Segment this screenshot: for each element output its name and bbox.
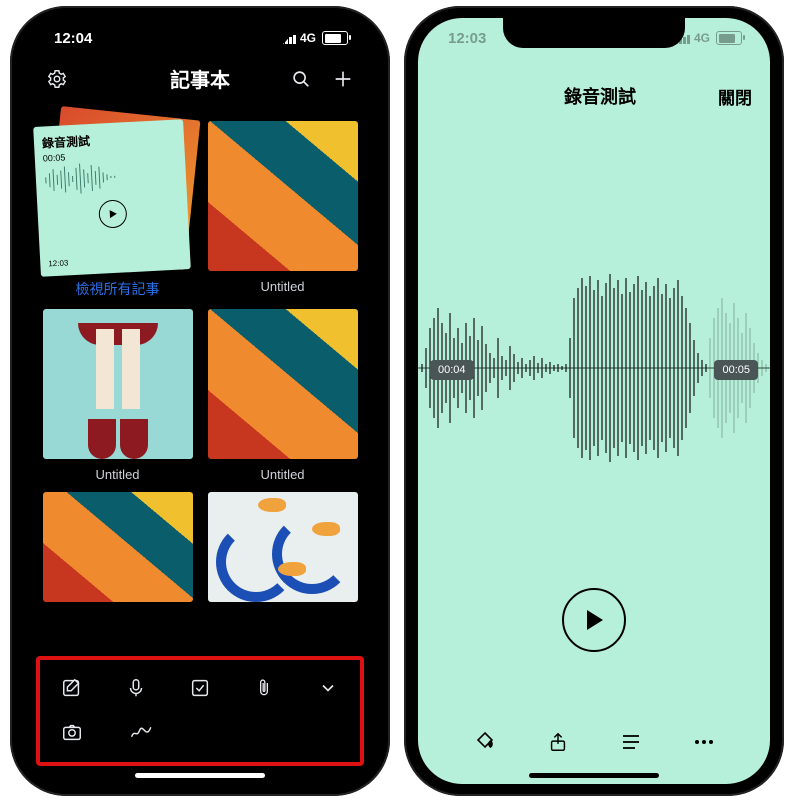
screen-notes: 12:04 4G 記事本 — [24, 18, 376, 784]
grid-cell[interactable]: Untitled — [207, 309, 358, 482]
note-thumb[interactable] — [208, 121, 358, 271]
mic-icon[interactable] — [124, 676, 148, 700]
chevron-down-icon[interactable] — [316, 676, 340, 700]
note-thumb[interactable] — [208, 492, 358, 602]
list-icon[interactable] — [617, 728, 645, 756]
grid-cell[interactable]: Untitled — [42, 309, 193, 482]
recorder-title: 錄音測試 — [482, 83, 718, 109]
notes-grid: 錄音測試 00:05 12:03 檢視所有記事 — [24, 103, 376, 671]
current-time-chip: 00:04 — [430, 360, 474, 380]
home-indicator[interactable] — [135, 773, 265, 778]
close-button[interactable]: 關閉 — [718, 84, 752, 109]
toolbar-highlight — [36, 656, 364, 766]
note-label: Untitled — [95, 467, 139, 482]
stack-thumb[interactable]: 錄音測試 00:05 12:03 — [43, 121, 193, 271]
waveform-mini-icon — [43, 157, 179, 198]
status-time: 12:04 — [54, 30, 92, 47]
fill-icon[interactable] — [471, 728, 499, 756]
grid-cell[interactable] — [207, 492, 358, 602]
note-thumb[interactable] — [43, 492, 193, 602]
phone-frame-right: 12:03 4G 錄音測試 關閉 00:0 — [404, 6, 784, 796]
note-label: Untitled — [260, 467, 304, 482]
grid-cell[interactable] — [42, 492, 193, 602]
view-all-link[interactable]: 檢視所有記事 — [76, 279, 160, 299]
total-time-chip: 00:05 — [714, 360, 758, 380]
notch — [109, 18, 291, 48]
nav-bar: 記事本 — [24, 58, 376, 103]
more-icon[interactable] — [690, 728, 718, 756]
note-label: Untitled — [260, 279, 304, 294]
attachment-icon[interactable] — [252, 676, 276, 700]
camera-icon[interactable] — [60, 720, 84, 744]
status-right: 4G — [675, 31, 742, 45]
status-time: 12:03 — [448, 30, 486, 47]
recorder-nav: 錄音測試 關閉 — [418, 58, 770, 118]
stack-timestamp: 12:03 — [48, 258, 68, 268]
share-icon[interactable] — [544, 728, 572, 756]
status-right: 4G — [281, 31, 348, 45]
home-indicator[interactable] — [529, 773, 659, 778]
note-thumb[interactable] — [43, 309, 193, 459]
add-icon[interactable] — [332, 68, 354, 90]
network-label: 4G — [300, 31, 316, 45]
play-mini-icon[interactable] — [98, 199, 127, 228]
sketch-icon[interactable] — [130, 720, 154, 744]
grid-stack-cell[interactable]: 錄音測試 00:05 12:03 檢視所有記事 — [42, 121, 193, 299]
notch — [503, 18, 685, 48]
compose-icon[interactable] — [60, 676, 84, 700]
search-icon[interactable] — [290, 68, 312, 90]
battery-icon — [322, 31, 348, 45]
toolbar-row-1 — [48, 666, 352, 710]
settings-icon[interactable] — [46, 68, 68, 90]
grid-cell[interactable]: Untitled — [207, 121, 358, 299]
network-label: 4G — [694, 31, 710, 45]
note-thumb[interactable] — [208, 309, 358, 459]
checklist-icon[interactable] — [188, 676, 212, 700]
recorder-tabbar — [418, 714, 770, 770]
screen-recorder: 12:03 4G 錄音測試 關閉 00:0 — [418, 18, 770, 784]
phone-frame-left: 12:04 4G 記事本 — [10, 6, 390, 796]
page-title: 記事本 — [112, 64, 288, 93]
waveform-area[interactable]: 00:04 00:05 — [418, 268, 770, 468]
battery-icon — [716, 31, 742, 45]
toolbar-row-2 — [48, 710, 352, 754]
play-button[interactable] — [562, 588, 626, 652]
